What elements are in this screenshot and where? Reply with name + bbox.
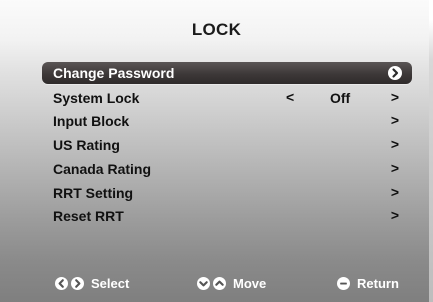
footer-move-hint: Move [197, 276, 266, 291]
menu-item-input-block[interactable]: Input Block > [42, 110, 412, 132]
up-arrow-button-icon [213, 277, 226, 290]
footer-return-label: Return [357, 276, 399, 291]
menu-item-change-password[interactable]: Change Password [42, 62, 412, 84]
chevron-right-icon[interactable]: > [391, 89, 399, 105]
system-lock-value: Off [330, 90, 351, 106]
footer-move-label: Move [233, 276, 267, 291]
footer-select-label: Select [91, 276, 130, 291]
chevron-right-icon: > [390, 136, 399, 152]
value-left-arrow[interactable]: < [286, 89, 294, 105]
footer-select-hint: Select [55, 276, 129, 291]
footer-return-hint: Return [337, 276, 399, 291]
chevron-right-icon: > [390, 112, 399, 128]
chevron-right-icon: > [390, 160, 399, 176]
menu-item-label: Reset RRT [53, 208, 124, 224]
menu-item-label: US Rating [53, 137, 120, 153]
menu-item-label: RRT Setting [53, 185, 134, 201]
chevron-right-circle-icon [388, 66, 402, 80]
menu-item-rrt-setting[interactable]: RRT Setting > [42, 182, 412, 204]
menu-item-reset-rrt[interactable]: Reset RRT > [42, 205, 412, 227]
menu-item-label: System Lock [53, 90, 140, 106]
left-arrow-button-icon [55, 277, 68, 290]
menu-title: LOCK [191, 20, 242, 39]
chevron-right-icon: > [390, 184, 399, 200]
chevron-right-icon: > [390, 207, 399, 223]
menu-item-canada-rating[interactable]: Canada Rating > [42, 158, 412, 180]
menu-item-label: Change Password [53, 65, 175, 81]
down-arrow-button-icon [197, 277, 210, 290]
help-footer: Select Move Return [0, 276, 433, 296]
menu-item-system-lock[interactable]: System Lock < Off > [42, 87, 412, 109]
menu-item-label: Input Block [53, 113, 130, 129]
menu-item-label: Canada Rating [53, 161, 152, 177]
return-button-icon [337, 277, 350, 290]
right-arrow-button-icon [71, 277, 84, 290]
menu-item-us-rating[interactable]: US Rating > [42, 134, 412, 156]
panel-edge [429, 0, 433, 302]
